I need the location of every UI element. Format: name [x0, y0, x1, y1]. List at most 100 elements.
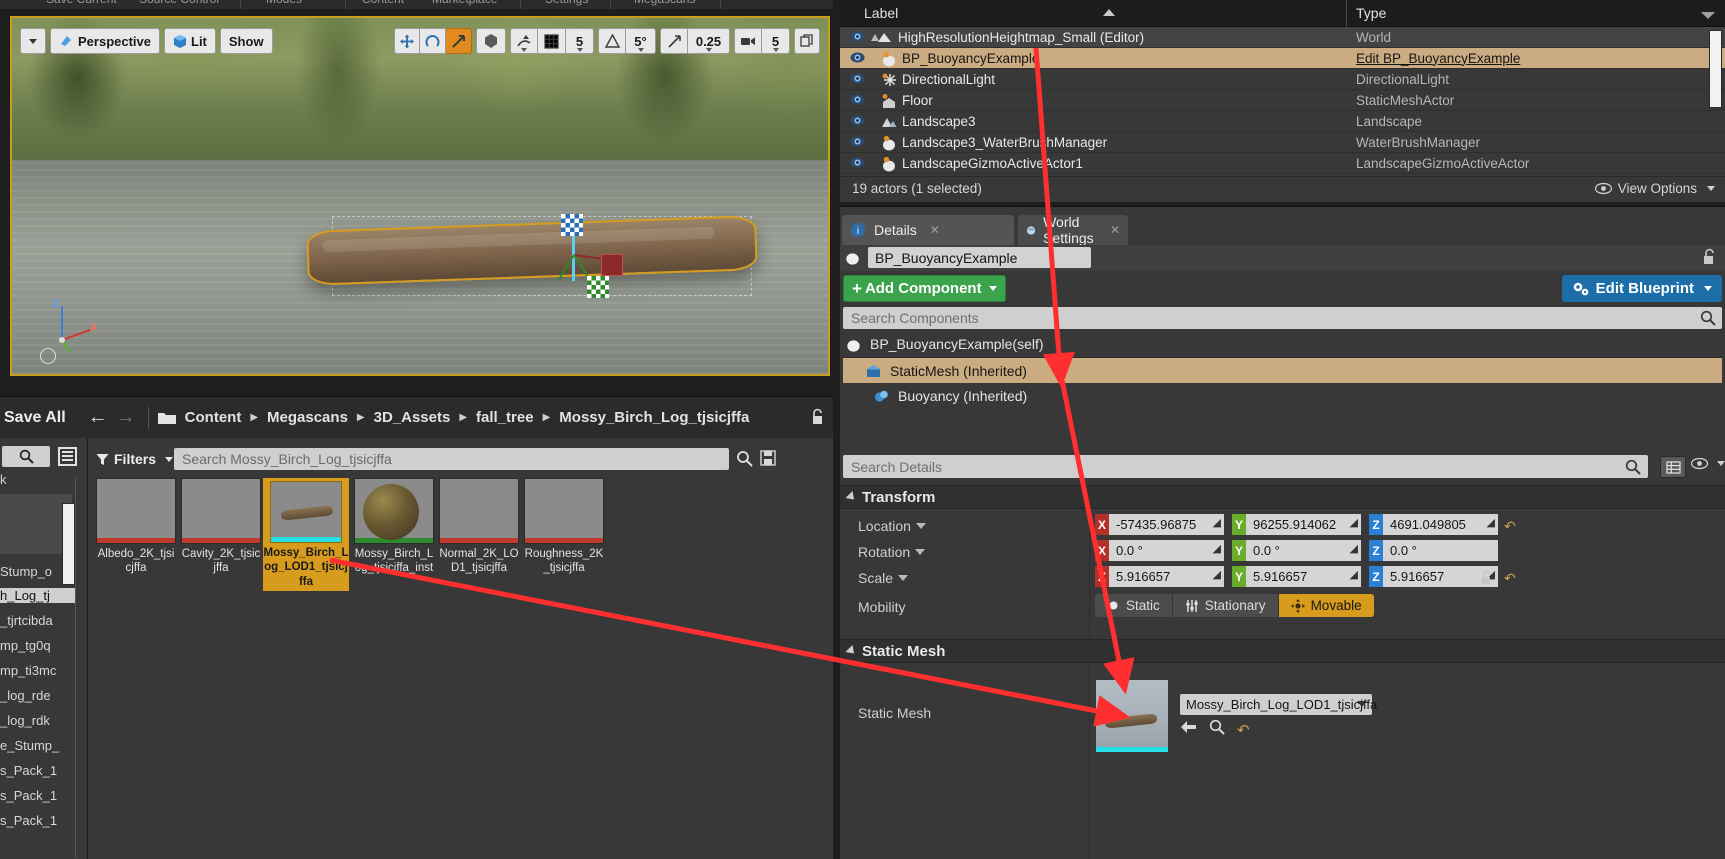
- viewport-toolbar-right[interactable]: 5 5° 0.25 5: [394, 28, 820, 54]
- asset-tile[interactable]: Mossy_Birch_Log_tjsicjffa_inst: [354, 478, 434, 591]
- location-z-cell[interactable]: Z 4691.049805 ◢: [1369, 514, 1498, 535]
- chevron-down-icon[interactable]: [845, 490, 858, 504]
- list-item[interactable]: Stump_o: [0, 564, 52, 579]
- nav-forward-button[interactable]: →: [112, 406, 140, 429]
- tab-details[interactable]: i Details ✕: [842, 215, 1014, 245]
- outliner-item-label[interactable]: Landscape3_WaterBrushManager: [902, 135, 1107, 150]
- list-item[interactable]: _log_rde: [0, 688, 51, 703]
- rotation-x-cell[interactable]: X 0.0 ° ◢: [1095, 540, 1224, 561]
- rotate-mode-button[interactable]: [420, 28, 446, 54]
- list-item[interactable]: h_Log_tj: [0, 588, 75, 603]
- gizmo-handle-z[interactable]: [561, 214, 583, 236]
- visibility-toggle-icon[interactable]: [850, 93, 865, 111]
- asset-tile[interactable]: Cavity_2K_tjsicjffa: [181, 478, 261, 591]
- asset-browser[interactable]: Filters Search Mossy_Birch_Log_tjsicjffa: [88, 438, 833, 859]
- scale-lock-icon[interactable]: [1480, 570, 1493, 591]
- display-options-icon[interactable]: [1660, 456, 1686, 478]
- outliner-item-label[interactable]: Floor: [902, 93, 933, 108]
- mobility-option-movable[interactable]: Movable: [1278, 594, 1374, 617]
- content-sources-panel[interactable]: k Stump_o h_Log_tj _tjrtcibda mp_tg0q mp…: [0, 438, 88, 859]
- asset-tile[interactable]: Normal_2K_LOD1_tjsicjffa: [439, 478, 519, 591]
- use-selected-asset-icon[interactable]: [1180, 720, 1197, 739]
- asset-filter-bar[interactable]: Filters Search Mossy_Birch_Log_tjsicjffa: [88, 446, 833, 472]
- component-action-row[interactable]: + Add Component Edit Blueprint: [840, 273, 1725, 306]
- asset-search-input[interactable]: Search Mossy_Birch_Log_tjsicjffa: [174, 448, 729, 470]
- grid-snap-toggle[interactable]: [538, 28, 566, 54]
- chevron-down-icon[interactable]: [915, 523, 926, 529]
- table-row[interactable]: Floor StaticMeshActor: [840, 90, 1725, 111]
- view-mode-button[interactable]: Perspective: [50, 28, 160, 54]
- edit-blueprint-button[interactable]: Edit Blueprint: [1561, 275, 1722, 302]
- component-tree[interactable]: BP_BuoyancyExample(self) StaticMesh (Inh…: [843, 331, 1722, 409]
- component-row-selected[interactable]: StaticMesh (Inherited): [843, 357, 1722, 383]
- view-options-button[interactable]: View Options: [1594, 181, 1715, 196]
- spinner-icon[interactable]: ◢: [1213, 516, 1221, 529]
- rotation-y-input[interactable]: 0.0 ° ◢: [1246, 540, 1361, 561]
- details-tab-bar[interactable]: i Details ✕ World Settings ✕: [840, 214, 1725, 246]
- outliner-rows[interactable]: HighResolutionHeightmap_Small (Editor) W…: [840, 27, 1725, 174]
- scale-y-cell[interactable]: Y 5.916657 ◢: [1232, 566, 1361, 587]
- rotation-vector-row[interactable]: X 0.0 ° ◢ Y 0.0 ° ◢ Z 0.0 °: [1095, 540, 1498, 561]
- location-z-input[interactable]: 4691.049805 ◢: [1383, 514, 1498, 535]
- level-viewport[interactable]: Perspective Lit Show 5 5° 0.25 5 Z X: [10, 16, 830, 376]
- outliner-item-label[interactable]: LandscapeGizmoActiveActor1: [902, 156, 1083, 171]
- rotation-x-input[interactable]: 0.0 ° ◢: [1109, 540, 1224, 561]
- add-component-button[interactable]: + Add Component: [843, 275, 1006, 302]
- location-x-input[interactable]: -57435.96875 ◢: [1109, 514, 1224, 535]
- asset-grid[interactable]: Albedo_2K_tjsicjffa Cavity_2K_tjsicjffa …: [96, 478, 604, 592]
- view-list-toggle[interactable]: [58, 446, 77, 466]
- details-panel[interactable]: i Details ✕ World Settings ✕ BP_Buoyancy…: [840, 206, 1725, 859]
- list-item[interactable]: _log_rdk: [0, 713, 50, 728]
- table-row[interactable]: Landscape3_WaterBrushManager WaterBrushM…: [840, 132, 1725, 153]
- table-row[interactable]: LandscapeGizmoActiveActor1 LandscapeGizm…: [840, 153, 1725, 174]
- list-item[interactable]: e_Stump_: [0, 738, 59, 753]
- unlock-icon[interactable]: [1702, 248, 1717, 271]
- rotation-y-cell[interactable]: Y 0.0 ° ◢: [1232, 540, 1361, 561]
- column-header-label[interactable]: Label: [864, 5, 898, 21]
- scale-x-cell[interactable]: X 5.916657 ◢: [1095, 566, 1224, 587]
- sources-search-input[interactable]: [2, 445, 50, 467]
- mobility-option-stationary[interactable]: Stationary: [1172, 594, 1279, 617]
- rotation-snap-value[interactable]: 5°: [626, 28, 656, 54]
- visibility-toggle-icon[interactable]: [850, 72, 865, 90]
- list-item[interactable]: s_Pack_1: [0, 763, 57, 778]
- scale-snap-value[interactable]: 0.25: [688, 28, 730, 54]
- translate-mode-button[interactable]: [394, 28, 420, 54]
- spinner-icon[interactable]: ◢: [1350, 568, 1358, 581]
- property-label-scale[interactable]: Scale: [858, 570, 909, 586]
- rotation-z-input[interactable]: 0.0 °: [1383, 540, 1498, 561]
- column-options-icon[interactable]: [1701, 12, 1715, 19]
- world-outliner[interactable]: Label Type HighResolutionHeightmap_Small…: [840, 0, 1725, 202]
- scale-snap-toggle[interactable]: [660, 28, 688, 54]
- spinner-icon[interactable]: ◢: [1350, 516, 1358, 529]
- details-search-row[interactable]: Search Details: [843, 455, 1725, 481]
- viewport-options-button[interactable]: [20, 28, 46, 54]
- menu-item-megascans[interactable]: Megascans: [634, 0, 695, 6]
- search-icon[interactable]: [1625, 459, 1641, 480]
- list-item[interactable]: mp_ti3mc: [0, 663, 56, 678]
- maximize-viewport-button[interactable]: [794, 28, 820, 54]
- asset-tile-selected[interactable]: Mossy_Birch_Log_LOD1_tjsicjffa: [263, 478, 349, 592]
- scale-z-cell[interactable]: Z 5.916657 ◢: [1369, 566, 1498, 587]
- visibility-toggle-icon[interactable]: [850, 51, 865, 69]
- property-label-rotation[interactable]: Rotation: [858, 544, 926, 560]
- sort-ascending-icon[interactable]: [1103, 9, 1115, 16]
- column-header-type[interactable]: Type: [1356, 5, 1386, 21]
- asset-thumbnail[interactable]: [354, 478, 434, 544]
- breadcrumb-3d-assets[interactable]: 3D_Assets: [374, 409, 451, 426]
- table-row[interactable]: DirectionalLight DirectionalLight: [840, 69, 1725, 90]
- sources-search-row[interactable]: [0, 444, 88, 468]
- details-search-input[interactable]: Search Details: [843, 455, 1648, 478]
- camera-speed-toggle[interactable]: [734, 28, 762, 54]
- spinner-icon[interactable]: ◢: [1213, 568, 1221, 581]
- outliner-item-label[interactable]: HighResolutionHeightmap_Small (Editor): [898, 30, 1144, 45]
- reset-scale-icon[interactable]: ↶: [1504, 570, 1516, 587]
- close-icon[interactable]: ✕: [930, 223, 940, 237]
- asset-thumbnail[interactable]: [96, 478, 176, 544]
- scale-x-input[interactable]: 5.916657 ◢: [1109, 566, 1224, 587]
- visibility-toggle-icon[interactable]: [850, 114, 865, 132]
- filters-button[interactable]: Filters: [88, 451, 181, 467]
- mobility-option-static[interactable]: Static: [1095, 594, 1173, 617]
- static-mesh-asset-picker[interactable]: Mossy_Birch_Log_LOD1_tjsicjffa: [1180, 694, 1377, 715]
- surface-snap-button[interactable]: [510, 28, 538, 54]
